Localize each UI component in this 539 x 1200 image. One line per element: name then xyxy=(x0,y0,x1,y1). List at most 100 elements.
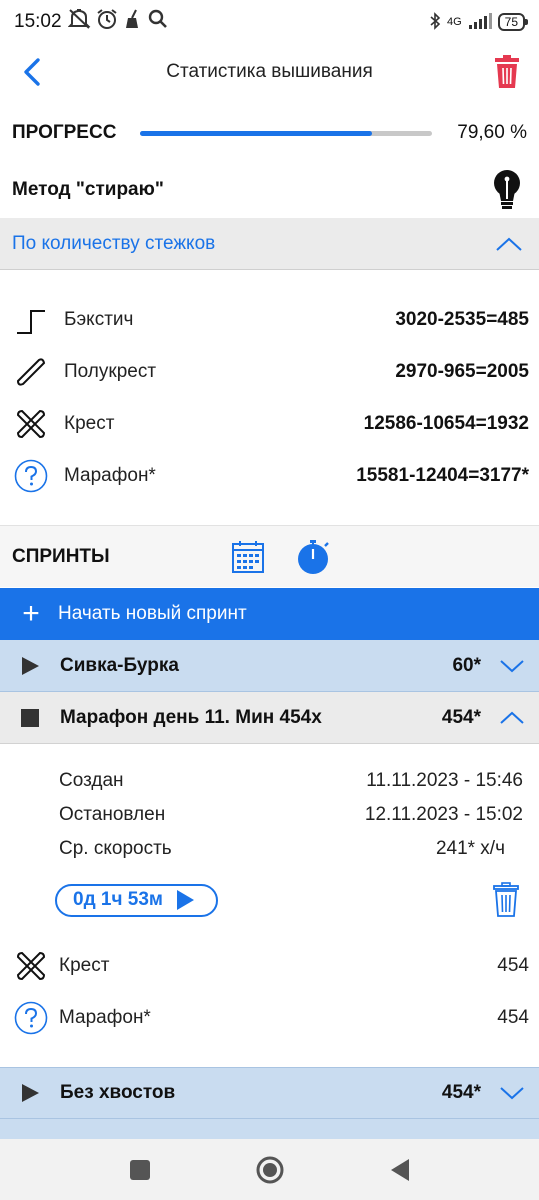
speed-value: 241* х/ч xyxy=(435,838,505,859)
sprint-count: 454* xyxy=(441,706,481,728)
page-title: Статистика вышивания xyxy=(166,61,373,82)
sprints-header: СПРИНТЫ xyxy=(0,525,539,587)
sprint-count: 454* xyxy=(441,1082,481,1103)
delete-button[interactable] xyxy=(475,44,539,100)
lightbulb-icon xyxy=(494,170,520,209)
sprint-row[interactable]: Марафон день 11. Мин 454х 454* xyxy=(0,692,539,744)
stitch-list: Бэкстич 3020-2535=485 Полукрест 2970-965… xyxy=(0,294,539,502)
play-icon[interactable] xyxy=(20,656,40,676)
stitch-value: 12586-10654=1932 xyxy=(363,413,529,434)
stitch-value: 454 xyxy=(497,955,529,976)
status-bar: 15:02 4G 75 xyxy=(0,0,539,44)
created-value: 11.11.2023 - 15:46 xyxy=(366,770,523,791)
stitch-name: Крест xyxy=(59,955,110,976)
stitch-name: Полукрест xyxy=(64,361,157,382)
stopped-row: Остановлен 12.11.2023 - 15:02 xyxy=(0,798,539,832)
created-label: Создан xyxy=(59,770,124,791)
list-item: Крест 12586-10654=1932 xyxy=(0,398,539,450)
chevron-up-icon[interactable] xyxy=(499,710,525,726)
square-icon xyxy=(129,1159,150,1180)
progress-label: ПРОГРЕСС xyxy=(12,122,117,143)
network-type: 4G xyxy=(446,16,462,28)
back-button[interactable] xyxy=(0,44,64,100)
chevron-left-icon xyxy=(24,58,40,86)
sprint-name: Сивка-Бурка xyxy=(60,654,179,676)
stitch-name: Марафон* xyxy=(59,1007,151,1028)
list-item: Марафон* 15581-12404=3177* xyxy=(0,450,539,502)
sprint-name: Без хвостов xyxy=(60,1082,176,1103)
stitch-value: 15581-12404=3177* xyxy=(356,465,529,486)
system-nav-bar xyxy=(0,1139,539,1200)
method-toggle-button[interactable] xyxy=(487,166,527,214)
battery-level: 75 xyxy=(504,15,518,29)
recents-button[interactable] xyxy=(120,1150,160,1190)
triangle-back-icon xyxy=(390,1158,409,1181)
method-row: Метод "стираю" xyxy=(0,162,539,218)
new-sprint-button[interactable]: + Начать новый спринт xyxy=(0,588,539,640)
calendar-button[interactable] xyxy=(228,537,268,577)
progress-bar xyxy=(140,130,432,136)
trash-icon xyxy=(495,55,519,88)
sprint-count: 60* xyxy=(452,654,481,676)
signal-icon xyxy=(468,12,492,33)
trash-outline-icon xyxy=(493,882,519,917)
resume-timer-button[interactable]: 0д 1ч 53м xyxy=(55,883,218,917)
sprint-row-partial[interactable] xyxy=(0,1119,539,1139)
list-item: Полукрест 2970-965=2005 xyxy=(0,346,539,398)
plus-icon: + xyxy=(22,597,40,630)
sprint-name: Марафон день 11. Мин 454х xyxy=(60,706,322,728)
delete-sprint-button[interactable] xyxy=(489,880,523,920)
half-cross-icon xyxy=(12,353,50,391)
cross-stitch-icon xyxy=(12,405,50,443)
stitch-name: Крест xyxy=(64,413,115,434)
broom-icon xyxy=(122,8,144,36)
question-icon xyxy=(12,457,50,495)
sprint-stitch-list: Крест 454 Марафон* 454 xyxy=(0,940,539,1044)
sprints-title: СПРИНТЫ xyxy=(12,545,110,567)
stitch-value: 2970-965=2005 xyxy=(395,361,529,382)
timer-row: 0д 1ч 53м xyxy=(0,876,539,924)
bluetooth-icon xyxy=(429,11,441,33)
status-time: 15:02 xyxy=(14,11,62,32)
sprint-details: Создан 11.11.2023 - 15:46 Остановлен 12.… xyxy=(0,764,539,866)
mute-icon xyxy=(67,8,92,36)
stopwatch-icon xyxy=(298,539,329,574)
cross-stitch-icon xyxy=(12,947,50,985)
alarm-icon xyxy=(96,8,118,36)
play-icon[interactable] xyxy=(20,1083,40,1103)
timer-value: 0д 1ч 53м xyxy=(73,889,163,910)
stopped-label: Остановлен xyxy=(59,804,166,825)
stitch-name: Бэкстич xyxy=(64,309,134,330)
speed-row: Ср. скорость 241* х/ч xyxy=(0,832,539,866)
stitch-section-header[interactable]: По количеству стежков xyxy=(0,218,539,270)
progress-bar-fill xyxy=(140,130,373,136)
progress-row: ПРОГРЕСС 79,60 % xyxy=(0,106,539,160)
list-item: Бэкстич 3020-2535=485 xyxy=(0,294,539,346)
question-icon xyxy=(12,999,50,1037)
sprint-row[interactable]: Сивка-Бурка 60* xyxy=(0,640,539,692)
calendar-icon xyxy=(232,540,264,573)
speed-label: Ср. скорость xyxy=(59,838,172,859)
circle-icon xyxy=(256,1156,283,1183)
stitch-section-title: По количеству стежков xyxy=(12,232,216,254)
play-icon xyxy=(176,890,194,910)
sprint-row[interactable]: Без хвостов 454* xyxy=(0,1067,539,1119)
stitch-name: Марафон* xyxy=(64,465,156,486)
battery-icon: 75 xyxy=(497,13,529,31)
list-item: Крест 454 xyxy=(0,940,539,992)
backstitch-icon xyxy=(12,301,50,339)
search-icon xyxy=(148,9,168,35)
home-button[interactable] xyxy=(250,1150,290,1190)
chevron-down-icon[interactable] xyxy=(499,658,525,674)
method-label: Метод "стираю" xyxy=(12,179,164,200)
stopwatch-button[interactable] xyxy=(294,537,334,577)
stitch-value: 454 xyxy=(497,1007,529,1028)
app-bar: Статистика вышивания xyxy=(0,44,539,100)
back-nav-button[interactable] xyxy=(380,1150,420,1190)
created-row: Создан 11.11.2023 - 15:46 xyxy=(0,764,539,798)
chevron-up-icon xyxy=(496,237,522,251)
chevron-down-icon[interactable] xyxy=(499,1085,525,1101)
stitch-value: 3020-2535=485 xyxy=(395,309,529,330)
list-item: Марафон* 454 xyxy=(0,992,539,1044)
stop-icon[interactable] xyxy=(20,708,40,728)
